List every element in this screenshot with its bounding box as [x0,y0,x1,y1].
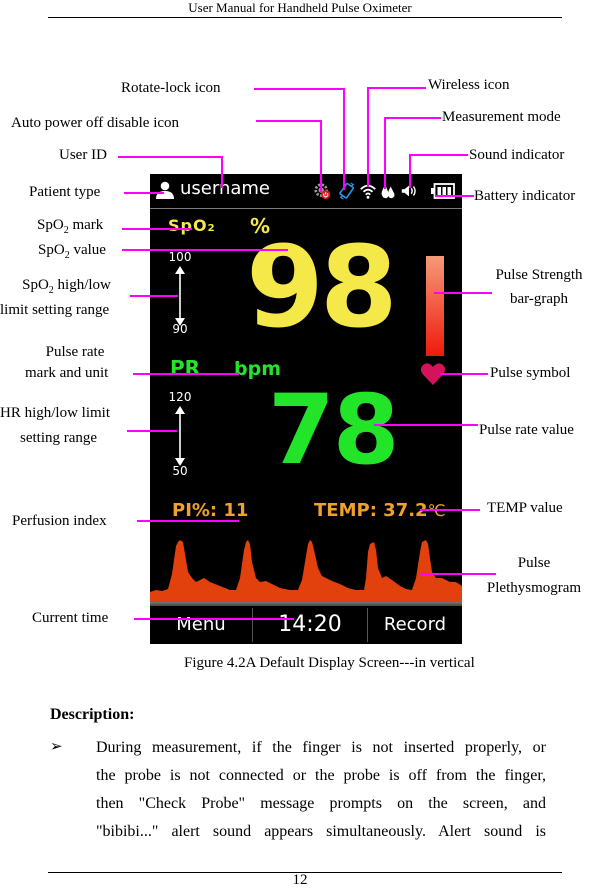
leader-line [127,430,177,432]
measurement-mode-icon [381,184,395,199]
callout-spo2-limit-l1: SpO2 high/low [22,277,111,296]
leader-line [343,88,345,190]
pulse-rate-value: 78 [268,374,400,486]
description-line: During measurement, if the finger is not… [96,739,546,756]
description-heading: Description: [50,706,135,723]
callout-rotate-lock: Rotate-lock icon [121,80,221,96]
description-line: the probe is not connected or the probe … [96,767,546,784]
callout-wireless: Wireless icon [428,77,510,93]
patient-type-icon [156,181,174,199]
callout-battery-indicator: Battery indicator [474,188,576,204]
page-header-title: User Manual for Handheld Pulse Oximeter [188,0,412,15]
pleth-waveform [150,540,462,602]
leader-line [420,509,480,511]
description-line: then "Check Probe" message prompts on th… [96,795,546,812]
callout-pr-mark-l1: Pulse rate [45,344,105,360]
callout-hr-limit-l1: HR high/low limit [0,405,111,421]
pr-limit-range-arrow [175,406,185,466]
leader-line [384,117,386,189]
temp-label: TEMP [314,500,370,521]
status-bar-divider [150,208,462,209]
callout-temp-value: TEMP value [487,500,563,516]
callout-pulse-rate-value: Pulse rate value [479,422,574,438]
callout-pleth-l1: Pulse [517,555,551,571]
bullet-arrow-icon: ➢ [50,739,63,755]
pi-label: PI%: [172,500,218,521]
leader-line [374,424,478,426]
leader-line [409,154,411,188]
header-rule [48,17,562,18]
status-bar: username [150,174,462,208]
callout-pulse-strength-l1: Pulse Strength [495,267,583,283]
callout-pr-mark-l2: mark and unit [25,365,109,381]
leader-line [436,195,474,197]
callout-spo2-mark: SpO2 mark [37,217,104,236]
leader-line [133,373,239,375]
callout-perfusion-index: Perfusion index [12,513,107,529]
callout-measurement-mode: Measurement mode [442,109,561,125]
bottom-bar: Menu 14:20 Record [150,606,462,644]
leader-line [385,117,441,119]
user-id: username [180,178,270,199]
leader-line [367,87,369,187]
pi-value: 11 [223,500,249,521]
leader-line [137,520,239,522]
leader-line [440,373,488,375]
record-button[interactable]: Record [368,606,462,644]
callout-auto-power-off: Auto power off disable icon [11,115,180,131]
callout-pleth-l2: Plethysmogram [486,580,582,596]
callout-user-id: User ID [59,147,107,163]
leader-line [420,573,496,575]
pr-limit-high: 120 [168,390,192,404]
spo2-mark: SpO2 [168,216,216,235]
leader-line [122,228,192,230]
perfusion-index: PI%: 11 [172,500,248,521]
leader-line [130,295,178,297]
leader-line [368,87,426,89]
leader-line [320,120,322,192]
callout-spo2-limit-l2: limit setting range [0,302,110,318]
current-time: 14:20 [278,612,342,637]
rotate-lock-icon [339,182,355,200]
leader-line [124,192,164,194]
callout-pulse-symbol: Pulse symbol [490,365,571,381]
spo2-mark-subscript: 2 [207,223,216,234]
callout-spo2-value: SpO2 value [38,242,106,261]
page-number: 12 [292,872,308,888]
leader-line [221,156,223,188]
callout-patient-type: Patient type [29,184,101,200]
description-line: "bibibi..." alert sound appears simultan… [96,823,546,840]
callout-sound-indicator: Sound indicator [469,147,565,163]
callout-hr-limit-l2: setting range [20,430,98,446]
spo2-mark-text: SpO [168,216,208,235]
leader-line [134,618,294,620]
leader-line [122,249,288,251]
spo2-limit-high: 100 [168,250,192,264]
leader-line [254,88,344,90]
temp-separator: : [369,500,377,521]
leader-line [410,154,468,156]
callout-pulse-strength-l2: bar-graph [509,291,568,307]
leader-line [256,120,321,122]
oximeter-screen: username SpO2 % 100 90 98 PR bpm 120 50 … [150,174,462,644]
menu-button[interactable]: Menu [150,606,252,644]
pulse-plethysmogram [150,540,462,602]
pr-mark: PR [170,356,201,380]
figure-caption: Figure 4.2A Default Display Screen---in … [184,655,475,671]
auto-power-off-disable-icon [314,183,331,200]
description-paragraph: During measurement, if the finger is not… [96,734,546,846]
leader-line [434,292,492,294]
pulse-strength-bar [426,256,444,356]
callout-current-time: Current time [32,610,109,626]
leader-line [118,156,222,158]
spo2-limit-low: 90 [172,322,188,336]
pr-limit-low: 50 [172,464,188,478]
